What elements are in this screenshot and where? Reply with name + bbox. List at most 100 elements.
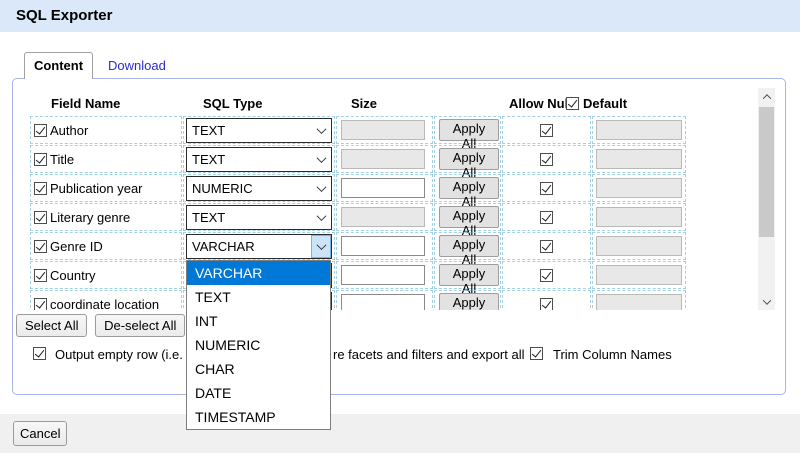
field-row: Author TEXT Apply All: [30, 116, 688, 144]
field-checkbox[interactable]: [34, 269, 47, 282]
field-name-cell: Literary genre: [30, 203, 182, 231]
size-input[interactable]: [341, 149, 425, 169]
cancel-button[interactable]: Cancel: [13, 421, 67, 446]
dropdown-option[interactable]: DATE: [187, 381, 330, 405]
trim-column-names-label: Trim Column Names: [553, 347, 672, 362]
size-input[interactable]: [341, 207, 425, 227]
apply-all-cell: Apply All: [434, 116, 501, 144]
field-checkbox[interactable]: [34, 211, 47, 224]
apply-all-button[interactable]: Apply All: [439, 235, 499, 257]
field-checkbox[interactable]: [34, 298, 47, 311]
default-all-checkbox[interactable]: [566, 97, 579, 110]
select-chevron-down-icon: [311, 206, 331, 229]
allow-null-checkbox[interactable]: [540, 269, 553, 282]
field-row: Title TEXT Apply All: [30, 145, 688, 173]
size-input[interactable]: [341, 265, 425, 285]
sql-type-select[interactable]: TEXT: [186, 205, 332, 230]
apply-all-cell: Apply All: [434, 145, 501, 173]
field-checkbox[interactable]: [34, 182, 47, 195]
scroll-down-button[interactable]: [758, 293, 775, 310]
default-input: [596, 149, 682, 169]
apply-all-cell: Apply All: [434, 290, 501, 310]
dropdown-option[interactable]: CHAR: [187, 357, 330, 381]
default-input: [596, 207, 682, 227]
apply-all-button[interactable]: Apply All: [439, 264, 499, 286]
size-cell: [336, 232, 433, 260]
sql-type-select[interactable]: TEXT: [186, 147, 332, 172]
dropdown-option[interactable]: TEXT: [187, 285, 330, 309]
field-name-label: coordinate location: [50, 297, 159, 311]
chevron-up-icon: [762, 94, 770, 102]
field-name-label: Country: [50, 268, 96, 283]
size-input[interactable]: [341, 120, 425, 140]
sql-type-select[interactable]: NUMERIC: [186, 176, 332, 201]
default-input: [596, 178, 682, 198]
sql-type-dropdown-list: VARCHARTEXTINTNUMERICCHARDATETIMESTAMP: [186, 260, 331, 430]
vertical-scrollbar[interactable]: [758, 88, 775, 310]
trim-column-names-checkbox[interactable]: [530, 347, 543, 360]
apply-all-button[interactable]: Apply All: [439, 206, 499, 228]
select-chevron-down-icon: [311, 177, 331, 200]
size-cell: [336, 203, 433, 231]
apply-all-button[interactable]: Apply All: [439, 177, 499, 199]
output-empty-row-label-start: Output empty row (i.e.: [55, 347, 183, 362]
allow-null-checkbox[interactable]: [540, 153, 553, 166]
dropdown-option[interactable]: NUMERIC: [187, 333, 330, 357]
sql-type-selected-value: TEXT: [192, 123, 225, 138]
allow-null-checkbox[interactable]: [540, 182, 553, 195]
default-input: [596, 294, 682, 310]
sql-type-cell: TEXT: [183, 203, 335, 231]
footer-bar: Cancel: [0, 414, 800, 453]
dropdown-option[interactable]: TIMESTAMP: [187, 405, 330, 429]
field-name-cell: Title: [30, 145, 182, 173]
select-all-button[interactable]: Select All: [16, 314, 87, 337]
allow-null-checkbox[interactable]: [540, 211, 553, 224]
default-cell: [592, 145, 686, 173]
default-cell: [592, 232, 686, 260]
field-name-label: Literary genre: [50, 210, 130, 225]
sql-type-cell: TEXT: [183, 145, 335, 173]
deselect-all-button[interactable]: De-select All: [95, 314, 185, 337]
allow-null-cell: [502, 145, 591, 173]
scrollbar-thumb[interactable]: [759, 107, 774, 237]
sql-type-selected-value: TEXT: [192, 152, 225, 167]
size-input[interactable]: [341, 178, 425, 198]
field-row: Literary genre TEXT Apply All: [30, 203, 688, 231]
default-input: [596, 236, 682, 256]
field-checkbox[interactable]: [34, 124, 47, 137]
tab-download[interactable]: Download: [108, 58, 166, 73]
allow-null-checkbox[interactable]: [540, 240, 553, 253]
sql-type-select[interactable]: VARCHAR: [186, 234, 332, 259]
sql-type-cell: NUMERIC: [183, 174, 335, 202]
allow-null-cell: [502, 261, 591, 289]
allow-null-checkbox[interactable]: [540, 298, 553, 311]
allow-null-cell: [502, 203, 591, 231]
fields-scroll-area: Field Name SQL Type Size Allow Null Defa…: [14, 88, 756, 310]
tab-content[interactable]: Content: [24, 52, 93, 79]
default-input: [596, 120, 682, 140]
scroll-up-button[interactable]: [758, 88, 775, 105]
field-checkbox[interactable]: [34, 240, 47, 253]
size-cell: [336, 261, 433, 289]
dropdown-option[interactable]: VARCHAR: [187, 261, 330, 285]
field-name-cell: Author: [30, 116, 182, 144]
output-empty-row-checkbox[interactable]: [33, 347, 46, 360]
size-input[interactable]: [341, 294, 425, 310]
sql-type-select[interactable]: TEXT: [186, 118, 332, 143]
selection-buttons: Select All De-select All: [16, 314, 189, 337]
sql-type-selected-value: NUMERIC: [192, 181, 253, 196]
allow-null-checkbox[interactable]: [540, 124, 553, 137]
apply-all-button[interactable]: Apply All: [439, 119, 499, 141]
allow-null-cell: [502, 116, 591, 144]
dropdown-option[interactable]: INT: [187, 309, 330, 333]
header-default: Default: [583, 96, 627, 111]
size-input[interactable]: [341, 236, 425, 256]
apply-all-button[interactable]: Apply All: [439, 148, 499, 170]
field-name-label: Publication year: [50, 181, 143, 196]
field-checkbox[interactable]: [34, 153, 47, 166]
apply-all-button[interactable]: Apply All: [439, 293, 499, 310]
apply-all-cell: Apply All: [434, 232, 501, 260]
select-chevron-down-icon: [311, 119, 331, 142]
table-header: Field Name SQL Type Size Allow Null Defa…: [30, 94, 756, 116]
default-cell: [592, 261, 686, 289]
